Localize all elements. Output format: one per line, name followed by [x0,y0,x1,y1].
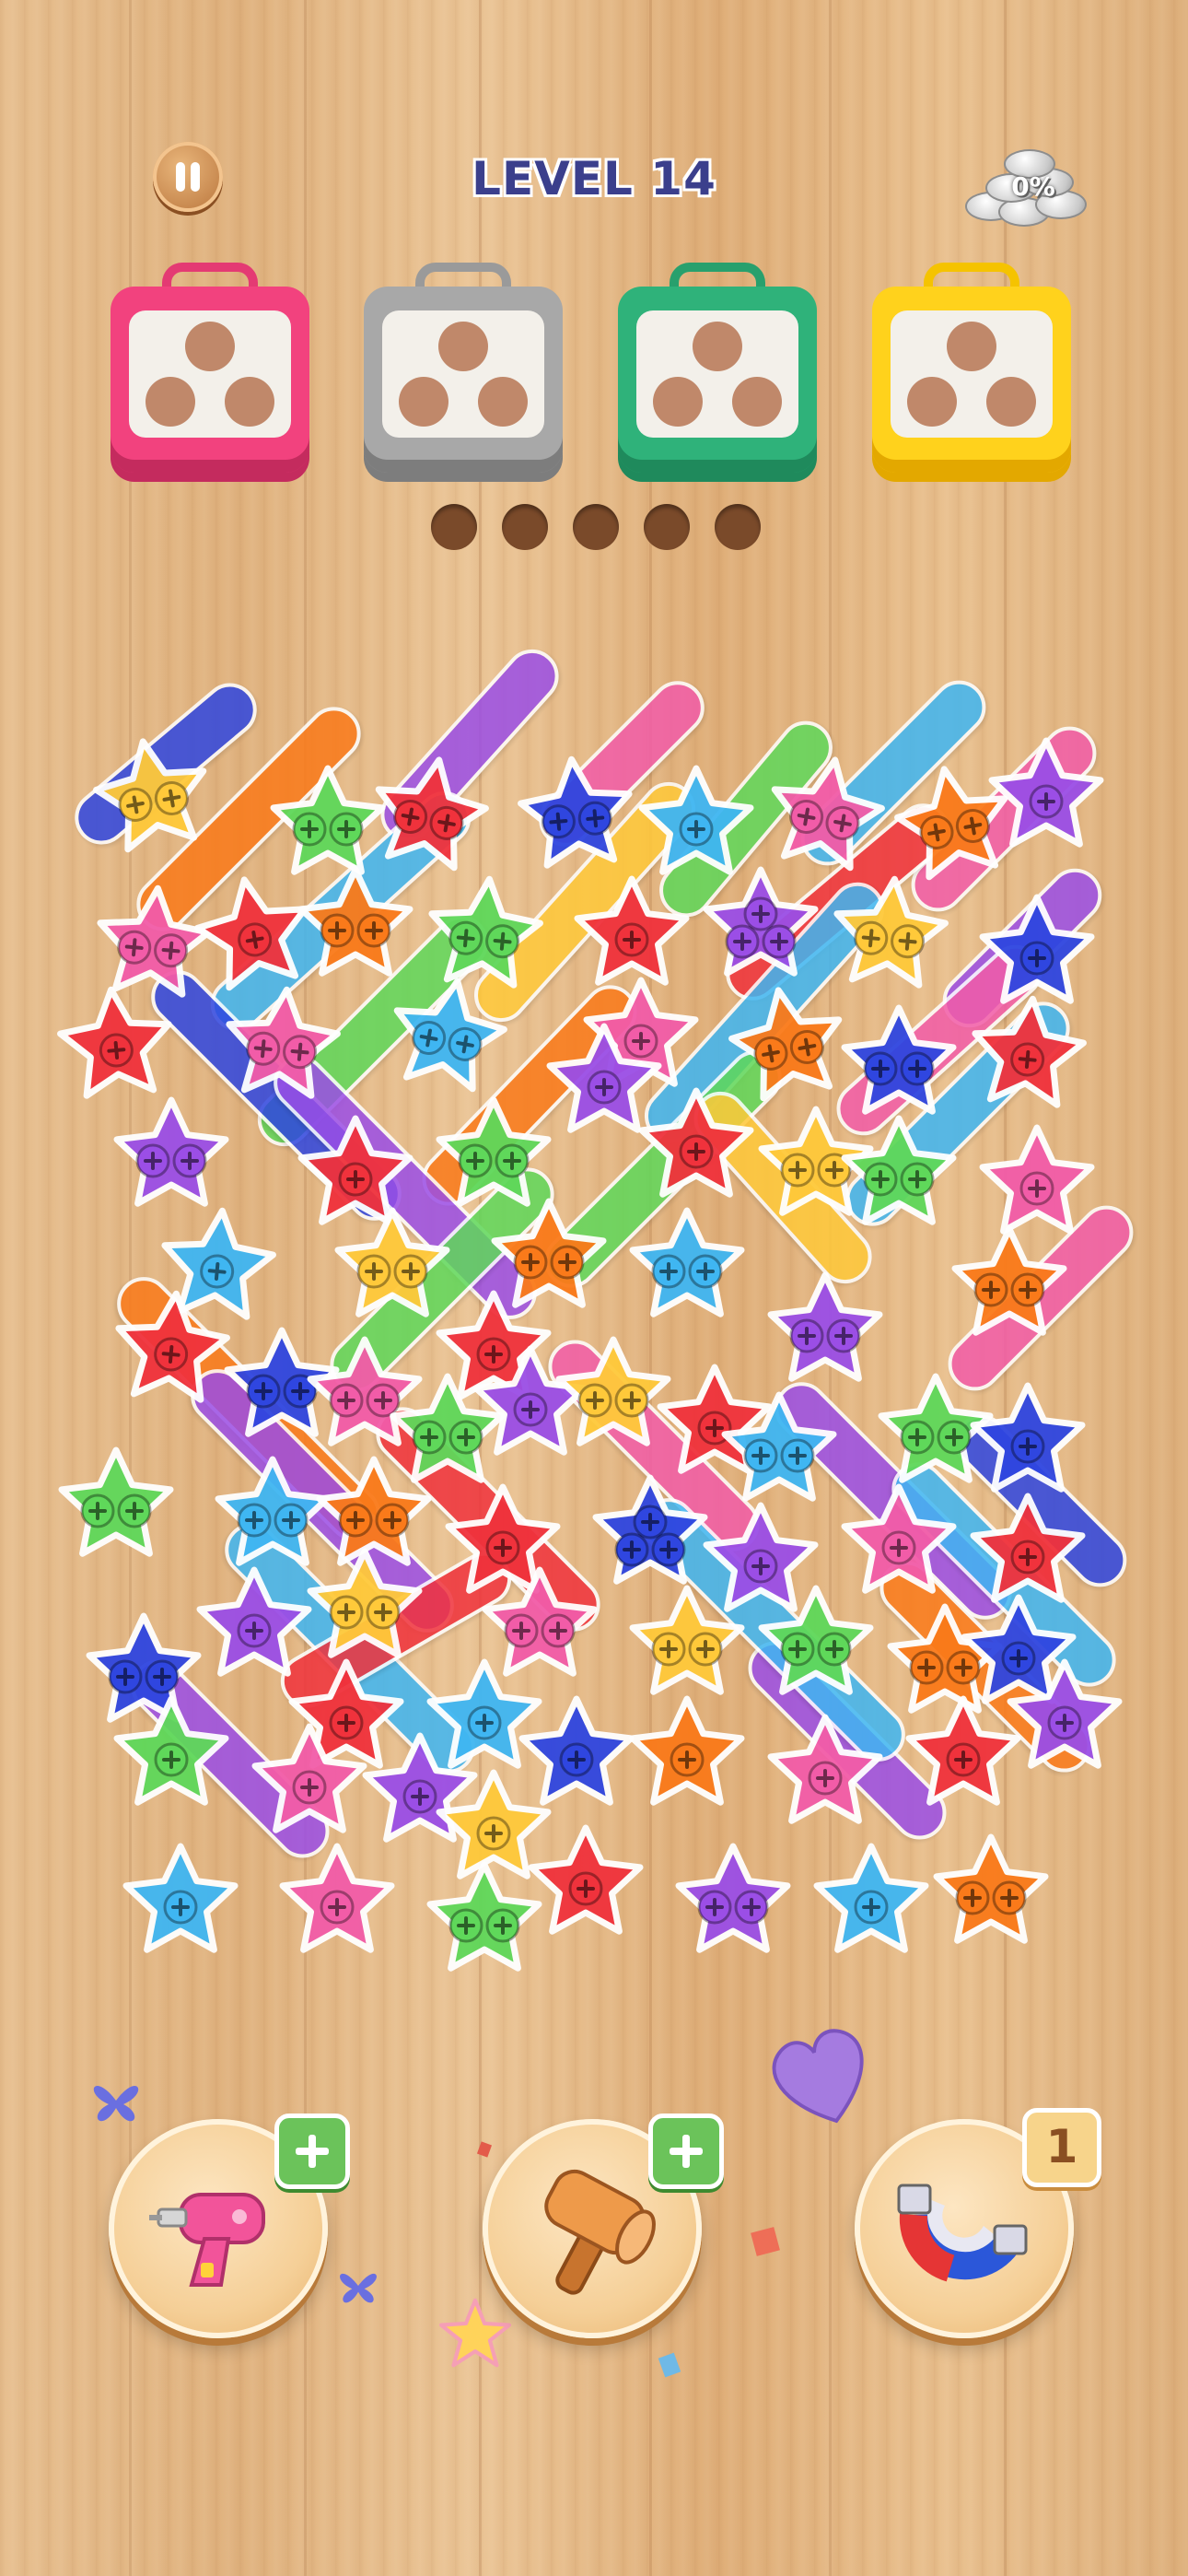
holding-slot [502,504,548,550]
magnet-icon [897,2184,1028,2282]
box-slot [478,377,528,427]
star-blue[interactable] [510,750,642,882]
star-green[interactable] [838,1115,960,1236]
star-yellow[interactable] [626,1585,748,1706]
star-purple[interactable] [111,1096,232,1218]
star-decoration [438,2298,512,2368]
box-panel [382,310,544,438]
star-pink[interactable] [764,1714,886,1835]
star-blue[interactable] [967,1382,1089,1504]
star-pink[interactable] [276,1843,398,1964]
star-green[interactable] [111,1695,232,1817]
box-panel [129,310,291,438]
star-cyan[interactable] [626,1207,748,1329]
star-yellow[interactable] [823,870,955,1001]
star-pink[interactable] [249,1723,370,1844]
drill-add-badge[interactable] [274,2113,350,2189]
star-purple[interactable] [764,1271,886,1393]
pause-icon [191,162,200,192]
holding-slot [431,504,477,550]
confetti [658,2352,681,2378]
star-red[interactable] [961,989,1093,1121]
screw-box-green [618,263,817,473]
box-slot [653,377,703,427]
star-cyan[interactable] [718,1391,840,1513]
holding-slot [715,504,761,550]
star-red[interactable] [50,980,181,1112]
game-board [0,638,1188,1990]
box-slot [399,377,448,427]
butterfly-decoration [340,2273,377,2303]
screw-box-gray [364,263,563,473]
hammer-tool-button[interactable] [483,2113,724,2338]
star-orange[interactable] [949,1225,1070,1347]
box-slot [907,377,957,427]
heart-decoration [772,2029,864,2124]
screw-box-yellow [872,263,1071,473]
box-slot [185,322,235,371]
pause-icon [176,162,185,192]
star-yellow[interactable] [83,728,224,869]
confetti [751,2227,780,2256]
magnet-count-badge: 1 [1022,2108,1101,2187]
pause-button[interactable] [153,142,223,212]
box-slot [986,377,1036,427]
star-orange[interactable] [930,1833,1052,1955]
holding-slot [644,504,690,550]
box-slot [146,377,195,427]
box-panel [636,310,798,438]
hammer-icon [544,2169,656,2295]
star-purple[interactable] [1004,1658,1125,1780]
box-panel [891,310,1053,438]
box-slot [947,322,996,371]
star-purple[interactable] [700,866,821,988]
star-orange[interactable] [626,1695,748,1817]
drill-tool-button[interactable] [109,2113,350,2338]
level-title: LEVEL 14 [472,152,716,205]
drill-icon [149,2193,265,2287]
star-red[interactable] [635,1087,757,1209]
star-purple[interactable] [985,737,1107,859]
star-cyan[interactable] [378,967,518,1108]
coin-progress: 0% [958,136,1096,228]
star-red[interactable] [525,1824,646,1946]
coin-progress-label: 0% [1011,171,1055,202]
star-red[interactable] [105,1284,237,1416]
magnet-tool-button[interactable]: 1 [855,2108,1101,2338]
screw-box-pink [111,263,309,473]
hammer-add-badge[interactable] [648,2113,724,2189]
star-green[interactable] [55,1446,177,1568]
box-slot [225,377,274,427]
star-green[interactable] [755,1585,877,1706]
star-yellow[interactable] [304,1548,425,1669]
star-cyan[interactable] [120,1843,241,1964]
star-pink[interactable] [215,980,347,1112]
box-slot [693,322,742,371]
box-slot [438,322,488,371]
star-cyan[interactable] [810,1843,932,1964]
holding-slot [573,504,619,550]
star-blue[interactable] [589,1474,711,1596]
star-purple[interactable] [672,1843,794,1964]
box-slot [732,377,782,427]
butterfly-decoration [93,2086,139,2122]
